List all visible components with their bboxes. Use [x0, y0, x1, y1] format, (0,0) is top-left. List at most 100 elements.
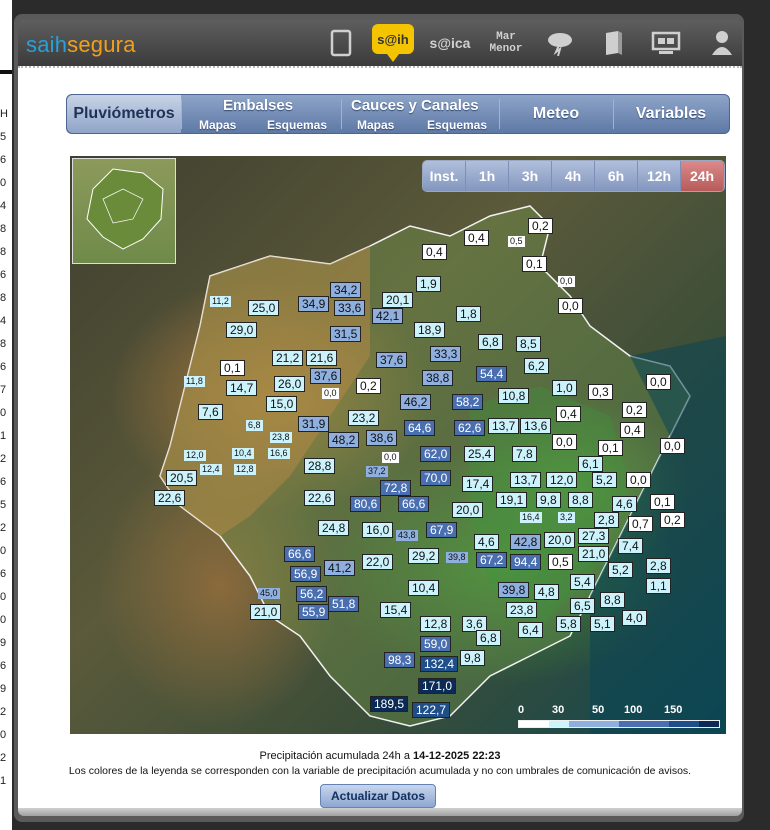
station-value[interactable]: 37,6 — [376, 352, 408, 368]
station-value[interactable]: 20,0 — [544, 532, 576, 548]
period-3h-button[interactable]: 3h — [509, 161, 552, 191]
station-value[interactable]: 17,4 — [462, 476, 494, 492]
tab-cauces-canales[interactable]: Cauces y Canales Mapas Esquemas — [341, 95, 499, 133]
station-value[interactable]: 0,2 — [622, 402, 647, 418]
station-value[interactable]: 5,2 — [608, 562, 633, 578]
station-value[interactable]: 8,5 — [516, 336, 541, 352]
tab-pluviometros[interactable]: Pluviómetros — [67, 95, 181, 133]
station-value[interactable]: 23,8 — [506, 602, 538, 618]
station-value[interactable]: 5,8 — [556, 616, 581, 632]
station-value[interactable]: 34,2 — [330, 282, 362, 298]
station-value[interactable]: 38,8 — [422, 370, 454, 386]
station-value[interactable]: 1,9 — [416, 276, 441, 292]
period-1h-button[interactable]: 1h — [466, 161, 509, 191]
cauces-esquemas-link[interactable]: Esquemas — [427, 118, 487, 132]
station-value[interactable]: 22,6 — [304, 490, 336, 506]
weather-cloud-icon[interactable] — [544, 26, 576, 60]
station-value[interactable]: 8,8 — [568, 492, 593, 508]
station-value[interactable]: 29,2 — [408, 548, 440, 564]
station-value[interactable]: 21,2 — [272, 350, 304, 366]
tab-embalses[interactable]: Embalses Mapas Esquemas — [181, 95, 341, 133]
station-value[interactable]: 42,8 — [510, 534, 542, 550]
station-value[interactable]: 5,1 — [590, 616, 615, 632]
station-value[interactable]: 3,2 — [558, 512, 575, 523]
station-value[interactable]: 31,5 — [330, 326, 362, 342]
overview-minimap[interactable] — [72, 158, 176, 264]
station-value[interactable]: 0,1 — [220, 360, 245, 376]
station-value[interactable]: 33,6 — [334, 300, 366, 316]
station-value[interactable]: 189,5 — [370, 696, 409, 712]
station-value[interactable]: 0,5 — [508, 236, 525, 247]
station-value[interactable]: 4,0 — [622, 610, 647, 626]
station-value[interactable]: 0,2 — [660, 512, 685, 528]
station-value[interactable]: 122,7 — [412, 702, 451, 718]
station-value[interactable]: 0,1 — [598, 440, 623, 456]
station-value[interactable]: 13,7 — [510, 472, 542, 488]
station-value[interactable]: 12,4 — [200, 464, 222, 475]
station-value[interactable]: 9,8 — [460, 650, 485, 666]
station-value[interactable]: 10,4 — [232, 448, 254, 459]
station-value[interactable]: 0,0 — [558, 298, 583, 314]
embalses-esquemas-link[interactable]: Esquemas — [267, 118, 327, 132]
station-value[interactable]: 9,8 — [536, 492, 561, 508]
station-value[interactable]: 16,4 — [520, 512, 542, 523]
station-value[interactable]: 45,0 — [258, 588, 280, 599]
station-value[interactable]: 14,7 — [226, 380, 258, 396]
station-value[interactable]: 0,0 — [382, 452, 399, 463]
station-value[interactable]: 56,9 — [290, 566, 322, 582]
station-value[interactable]: 23,2 — [348, 410, 380, 426]
station-value[interactable]: 33,3 — [430, 346, 462, 362]
station-value[interactable]: 6,8 — [478, 334, 503, 350]
station-value[interactable]: 70,0 — [420, 470, 452, 486]
station-value[interactable]: 34,9 — [298, 296, 330, 312]
station-value[interactable]: 59,0 — [420, 636, 452, 652]
station-value[interactable]: 18,9 — [414, 322, 446, 338]
station-value[interactable]: 7,4 — [618, 538, 643, 554]
station-value[interactable]: 62,0 — [420, 446, 452, 462]
station-value[interactable]: 15,4 — [380, 602, 412, 618]
station-value[interactable]: 22,6 — [154, 490, 186, 506]
station-value[interactable]: 64,6 — [404, 420, 436, 436]
station-value[interactable]: 132,4 — [420, 656, 459, 672]
station-value[interactable]: 67,9 — [426, 522, 458, 538]
station-value[interactable]: 11,8 — [184, 376, 205, 387]
station-value[interactable]: 31,9 — [298, 416, 330, 432]
station-value[interactable]: 43,8 — [396, 530, 418, 541]
period-4h-button[interactable]: 4h — [552, 161, 595, 191]
station-value[interactable]: 66,6 — [398, 496, 430, 512]
period-6h-button[interactable]: 6h — [595, 161, 638, 191]
station-value[interactable]: 4,8 — [534, 584, 559, 600]
station-value[interactable]: 4,6 — [612, 496, 637, 512]
station-value[interactable]: 0,0 — [552, 434, 577, 450]
station-value[interactable]: 24,8 — [318, 520, 350, 536]
station-value[interactable]: 8,8 — [600, 592, 625, 608]
station-value[interactable]: 12,0 — [546, 472, 578, 488]
station-value[interactable]: 98,3 — [384, 652, 416, 668]
station-value[interactable]: 38,6 — [366, 430, 398, 446]
saihsegura-logo[interactable]: saihsegura — [26, 32, 136, 58]
station-value[interactable]: 39,8 — [446, 552, 468, 563]
period-inst-button[interactable]: Inst. — [423, 161, 466, 191]
station-value[interactable]: 80,6 — [350, 496, 382, 512]
station-value[interactable]: 10,8 — [498, 388, 530, 404]
station-value[interactable]: 25,0 — [248, 300, 280, 316]
station-value[interactable]: 55,9 — [298, 604, 330, 620]
station-value[interactable]: 5,2 — [592, 472, 617, 488]
station-value[interactable]: 0,1 — [650, 494, 675, 510]
station-value[interactable]: 1,0 — [552, 380, 577, 396]
station-value[interactable]: 15,0 — [266, 396, 298, 412]
saih-button[interactable]: s@ih — [372, 24, 414, 62]
station-value[interactable]: 0,4 — [422, 244, 447, 260]
station-value[interactable]: 171,0 — [418, 678, 457, 694]
station-value[interactable]: 16,0 — [362, 522, 394, 538]
station-value[interactable]: 0,4 — [620, 422, 645, 438]
station-value[interactable]: 21,6 — [306, 350, 338, 366]
station-value[interactable]: 6,8 — [476, 630, 501, 646]
station-value[interactable]: 0,0 — [322, 388, 339, 399]
station-value[interactable]: 29,0 — [226, 322, 258, 338]
station-value[interactable]: 25,4 — [464, 446, 496, 462]
station-value[interactable]: 22,0 — [362, 554, 394, 570]
station-value[interactable]: 12,8 — [420, 616, 452, 632]
station-value[interactable]: 6,4 — [518, 622, 543, 638]
book-icon[interactable] — [600, 26, 626, 60]
